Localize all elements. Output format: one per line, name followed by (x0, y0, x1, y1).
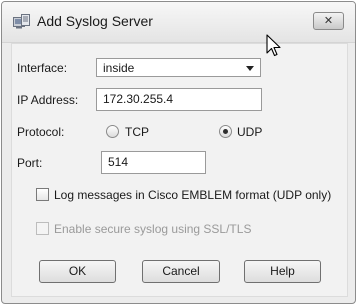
protocol-label: Protocol: (17, 125, 65, 139)
close-button[interactable]: ✕ (313, 12, 344, 30)
radio-selected-dot (223, 129, 228, 134)
dialog-title: Add Syslog Server (37, 13, 153, 29)
app-icon (13, 14, 30, 29)
mouse-pointer-icon (266, 34, 281, 57)
add-syslog-server-dialog: Add Syslog Server ✕ Interface: inside IP… (1, 1, 356, 304)
interface-value: inside (103, 61, 135, 75)
protocol-udp-radio[interactable] (219, 125, 232, 138)
protocol-tcp-label: TCP (125, 125, 149, 139)
interface-label: Interface: (17, 61, 68, 75)
ok-button[interactable]: OK (39, 260, 116, 283)
emblem-format-label: Log messages in Cisco EMBLEM format (UDP… (54, 188, 332, 202)
interface-select[interactable]: inside (96, 58, 261, 77)
ip-address-value: 172.30.255.4 (103, 92, 174, 106)
secure-syslog-checkbox[interactable] (36, 222, 49, 235)
close-icon: ✕ (323, 15, 334, 27)
port-label: Port: (17, 156, 43, 170)
ip-address-input[interactable]: 172.30.255.4 (96, 88, 262, 111)
title-bar[interactable]: Add Syslog Server ✕ (2, 2, 355, 43)
chevron-down-icon (246, 66, 254, 71)
protocol-tcp-radio[interactable] (106, 125, 119, 138)
protocol-udp-label: UDP (237, 125, 263, 139)
cancel-button[interactable]: Cancel (142, 260, 220, 283)
ip-address-label: IP Address: (17, 93, 79, 107)
emblem-format-checkbox[interactable] (36, 188, 49, 201)
port-input[interactable]: 514 (101, 151, 206, 174)
port-value: 514 (108, 155, 129, 169)
help-button[interactable]: Help (244, 260, 321, 283)
secure-syslog-label: Enable secure syslog using SSL/TLS (54, 222, 252, 236)
